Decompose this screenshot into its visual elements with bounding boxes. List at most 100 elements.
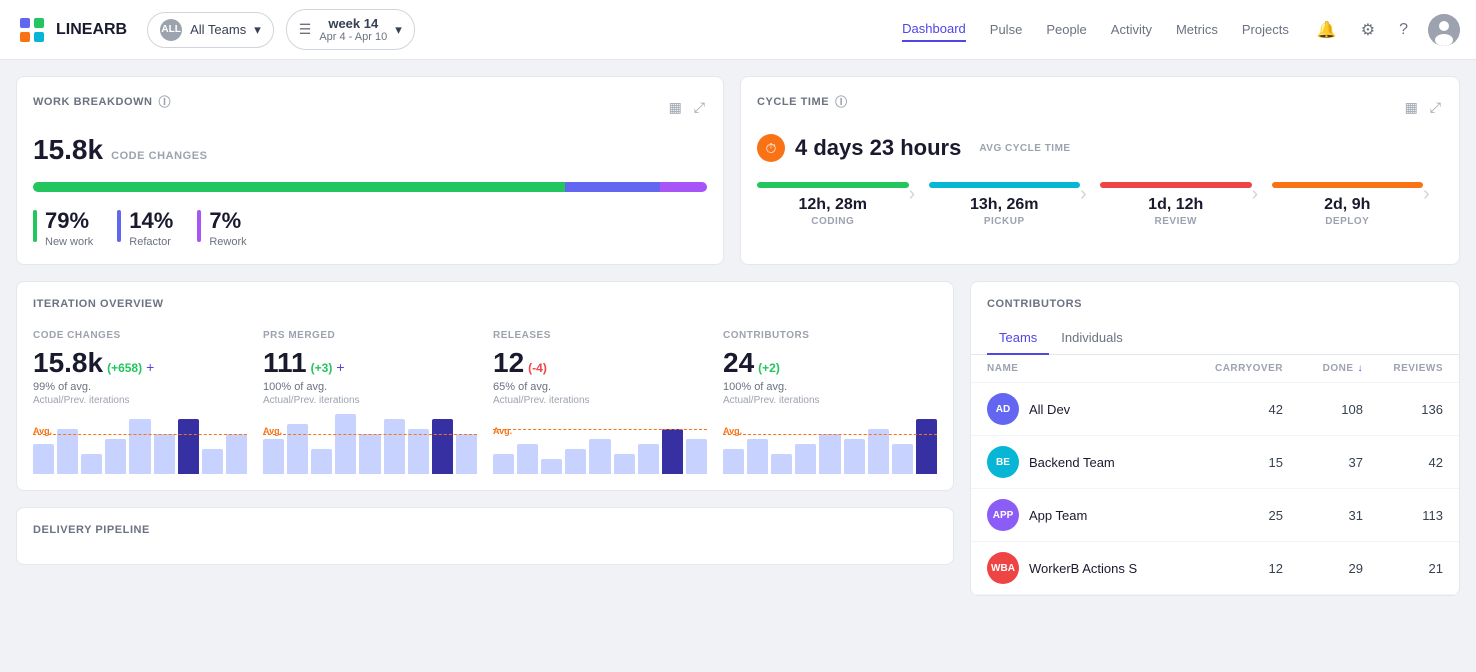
cycle-time-help-icon[interactable]: ⓘ [835, 93, 848, 110]
team-name-backend: Backend Team [1029, 455, 1115, 470]
iter-releases-label: RELEASES [493, 330, 707, 341]
iter-releases-sub: Actual/Prev. iterations [493, 395, 707, 406]
nav-activity[interactable]: Activity [1111, 18, 1152, 41]
workerb-carryover: 12 [1203, 561, 1283, 576]
iter-prs-merged-add[interactable]: + [336, 359, 344, 375]
iter-releases-avg: 65% of avg. [493, 381, 707, 393]
help-button[interactable]: ? [1395, 17, 1412, 43]
stage-review-value: 1d, 12h [1148, 196, 1203, 214]
iter-code-changes-value: 15.8k [33, 347, 103, 379]
iter-releases-chart: Avg. [493, 414, 707, 474]
iter-contributors-delta: (+2) [758, 361, 780, 375]
top-row: WORK BREAKDOWN ⓘ ▦ ⤢ 15.8k CODE CHANGES [16, 76, 1460, 265]
iter-code-changes-avg: 99% of avg. [33, 381, 247, 393]
cycle-time-header: CYCLE TIME ⓘ ▦ ⤢ [757, 93, 1443, 122]
header-controls: ALL All Teams ▾ ☰ week 14 Apr 4 - Apr 10… [147, 9, 902, 50]
work-breakdown-title: WORK BREAKDOWN ⓘ [33, 93, 171, 110]
table-row[interactable]: BE Backend Team 15 37 42 [971, 436, 1459, 489]
work-breakdown-chart-btn[interactable]: ▦ [667, 97, 684, 118]
stage-arrow-2: › [1080, 183, 1100, 206]
nav-dashboard[interactable]: Dashboard [902, 17, 966, 42]
stage-coding-bar [757, 182, 909, 188]
col-done: DONE [1323, 363, 1354, 374]
stage-pickup-value: 13h, 26m [970, 196, 1038, 214]
header-icons: 🔔 ⚙ ? [1313, 14, 1460, 46]
week-dates: Apr 4 - Apr 10 [319, 31, 387, 43]
metric-refactor-label: Refactor [129, 236, 173, 248]
team-name-alldev: All Dev [1029, 402, 1070, 417]
tab-individuals[interactable]: Individuals [1049, 322, 1134, 355]
nav-projects[interactable]: Projects [1242, 18, 1289, 41]
stage-review-name: REVIEW [1155, 216, 1197, 227]
settings-button[interactable]: ⚙ [1357, 16, 1379, 44]
metric-refactor-bar [117, 210, 121, 242]
backend-done: 37 [1283, 455, 1363, 470]
left-column: ITERATION OVERVIEW CODE CHANGES 15.8k (+… [16, 281, 954, 596]
iter-code-changes-add[interactable]: + [146, 359, 154, 375]
metric-new-work-pct: 79% [45, 208, 93, 234]
week-dropdown[interactable]: ☰ week 14 Apr 4 - Apr 10 ▾ [286, 9, 415, 50]
table-header: NAME CARRYOVER DONE ↓ REVIEWS [971, 355, 1459, 383]
nav-pulse[interactable]: Pulse [990, 18, 1023, 41]
workerb-done: 29 [1283, 561, 1363, 576]
iter-prs-merged: PRS MERGED 111 (+3) + 100% of avg. Actua… [263, 330, 477, 474]
metric-rework-pct: 7% [209, 208, 246, 234]
progress-rework [660, 182, 707, 192]
stage-review: 1d, 12h REVIEW [1100, 182, 1252, 227]
stage-deploy-bar [1272, 182, 1424, 188]
week-title: week 14 [319, 16, 387, 31]
backend-reviews: 42 [1363, 455, 1443, 470]
table-row[interactable]: APP App Team 25 31 113 [971, 489, 1459, 542]
team-name-workerb: WorkerB Actions S [1029, 561, 1137, 576]
workerb-reviews: 21 [1363, 561, 1443, 576]
stage-deploy: 2d, 9h DEPLOY [1272, 182, 1424, 227]
iter-contributors-avg: 100% of avg. [723, 381, 937, 393]
team-avatar-app: APP [987, 499, 1019, 531]
nav-metrics[interactable]: Metrics [1176, 18, 1218, 41]
cycle-time-card: CYCLE TIME ⓘ ▦ ⤢ ⏱ 4 days 23 hours AVG C… [740, 76, 1460, 265]
contributors-tabs: Teams Individuals [971, 322, 1459, 355]
contributors-card: CONTRIBUTORS Teams Individuals NAME CARR… [970, 281, 1460, 596]
iter-prs-merged-delta: (+3) [311, 361, 333, 375]
cycle-stages: 12h, 28m CODING › 13h, 26m PICKUP › 1d, … [757, 182, 1443, 227]
iter-releases: RELEASES 12 (-4) 65% of avg. Actual/Prev… [493, 330, 707, 474]
app-carryover: 25 [1203, 508, 1283, 523]
all-teams-dropdown[interactable]: ALL All Teams ▾ [147, 12, 274, 48]
stage-arrow-3: › [1252, 183, 1272, 206]
app-reviews: 113 [1363, 508, 1443, 523]
table-row[interactable]: WBA WorkerB Actions S 12 29 21 [971, 542, 1459, 595]
main-content: WORK BREAKDOWN ⓘ ▦ ⤢ 15.8k CODE CHANGES [0, 60, 1476, 612]
work-breakdown-value: 15.8k [33, 134, 103, 166]
work-breakdown-expand-btn[interactable]: ⤢ [692, 97, 707, 118]
stage-arrow-4: › [1423, 183, 1443, 206]
backend-carryover: 15 [1203, 455, 1283, 470]
bottom-row: ITERATION OVERVIEW CODE CHANGES 15.8k (+… [16, 281, 1460, 596]
header-nav: Dashboard Pulse People Activity Metrics … [902, 17, 1289, 42]
cycle-time-actions: ▦ ⤢ [1403, 97, 1443, 118]
notifications-button[interactable]: 🔔 [1313, 16, 1341, 44]
table-row[interactable]: AD All Dev 42 108 136 [971, 383, 1459, 436]
stage-coding-value: 12h, 28m [799, 196, 867, 214]
contributors-header: CONTRIBUTORS [971, 282, 1459, 310]
cycle-time-title: CYCLE TIME ⓘ [757, 93, 848, 110]
col-carryover: CARRYOVER [1203, 363, 1283, 374]
stage-deploy-name: DEPLOY [1325, 216, 1369, 227]
iteration-overview-title: ITERATION OVERVIEW [33, 298, 937, 310]
iter-contributors-chart: Avg. [723, 414, 937, 474]
iter-code-changes-label: CODE CHANGES [33, 330, 247, 341]
team-avatar-alldev: AD [987, 393, 1019, 425]
metric-new-work-bar [33, 210, 37, 242]
iter-contributors: CONTRIBUTORS 24 (+2) 100% of avg. Actual… [723, 330, 937, 474]
work-breakdown-help-icon[interactable]: ⓘ [159, 93, 172, 110]
iteration-grid: CODE CHANGES 15.8k (+658) + 99% of avg. … [33, 330, 937, 474]
stage-pickup-name: PICKUP [984, 216, 1025, 227]
iteration-overview-card: ITERATION OVERVIEW CODE CHANGES 15.8k (+… [16, 281, 954, 491]
stage-pickup-bar [929, 182, 1081, 188]
user-avatar[interactable] [1428, 14, 1460, 46]
cycle-time-chart-btn[interactable]: ▦ [1403, 97, 1420, 118]
tab-teams[interactable]: Teams [987, 322, 1049, 355]
nav-people[interactable]: People [1046, 18, 1086, 41]
iter-prs-merged-sub: Actual/Prev. iterations [263, 395, 477, 406]
logo: LINEARB [16, 14, 127, 46]
cycle-time-expand-btn[interactable]: ⤢ [1428, 97, 1443, 118]
